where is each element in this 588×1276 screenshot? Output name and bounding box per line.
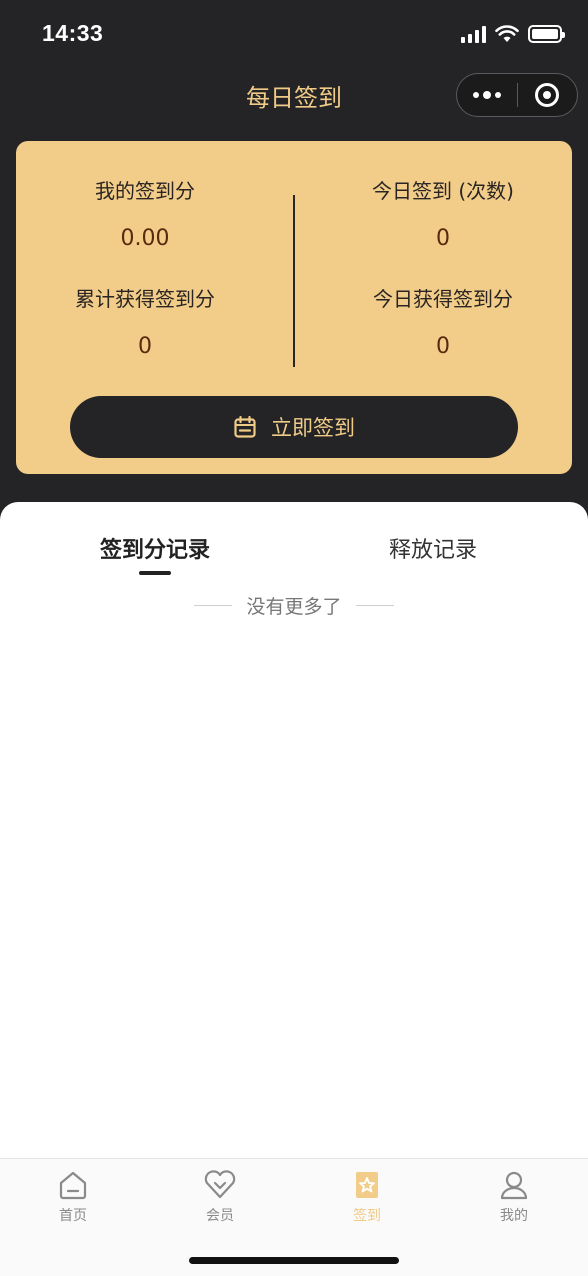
stat-label: 今日获得签到分 [373, 287, 513, 311]
tabbar-item-mine[interactable]: 我的 [469, 1169, 559, 1225]
tabbar-item-checkin[interactable]: 签到 [322, 1169, 412, 1225]
checkin-now-button[interactable]: 立即签到 [70, 396, 518, 458]
tabbar-label: 首页 [59, 1208, 87, 1224]
user-icon [500, 1171, 528, 1200]
home-indicator [189, 1257, 399, 1264]
tabbar-label: 我的 [500, 1208, 528, 1224]
stat-value: 0.00 [120, 226, 170, 251]
tab-checkin-points-record[interactable]: 签到分记录 [55, 532, 255, 564]
member-heart-icon [204, 1170, 236, 1199]
more-icon[interactable] [457, 74, 517, 116]
stat-label: 今日签到 (次数) [372, 179, 514, 203]
tab-release-record[interactable]: 释放记录 [333, 532, 533, 564]
stat-value: 0 [436, 226, 450, 251]
miniprogram-capsule [456, 73, 578, 117]
wifi-icon [495, 25, 519, 42]
tabbar-label: 会员 [206, 1208, 234, 1224]
stat-today-points: 今日获得签到分 0 [328, 283, 558, 359]
tabbar-item-home[interactable]: 首页 [28, 1169, 118, 1225]
stat-total-points: 累计获得签到分 0 [30, 283, 260, 359]
calendar-icon [234, 415, 256, 438]
status-time: 14:33 [42, 20, 104, 46]
stat-value: 0 [436, 334, 450, 359]
active-tab-indicator [139, 571, 171, 575]
status-bar: 14:33 [0, 0, 588, 70]
checkin-summary-card: 我的签到分 0.00 今日签到 (次数) 0 累计获得签到分 0 今日获得签到分… [16, 141, 572, 474]
battery-icon [528, 25, 565, 43]
stat-value: 0 [138, 334, 152, 359]
stat-my-points: 我的签到分 0.00 [30, 175, 260, 251]
divider-line [355, 605, 394, 606]
no-more-text: 没有更多了 [246, 596, 342, 618]
divider-line [194, 605, 233, 606]
card-divider [293, 195, 295, 367]
signal-icon [461, 25, 486, 43]
stat-label: 累计获得签到分 [75, 287, 215, 311]
close-target-icon[interactable] [517, 74, 577, 116]
home-icon [59, 1171, 87, 1200]
tabbar-label: 签到 [353, 1208, 381, 1224]
stat-label: 我的签到分 [95, 179, 195, 203]
status-icons [461, 25, 565, 43]
list-end-indicator: 没有更多了 [0, 592, 588, 619]
checkin-star-icon [356, 1172, 378, 1198]
stat-today-count: 今日签到 (次数) 0 [328, 175, 558, 251]
checkin-button-label: 立即签到 [271, 416, 355, 440]
tabbar-item-member[interactable]: 会员 [175, 1169, 265, 1225]
